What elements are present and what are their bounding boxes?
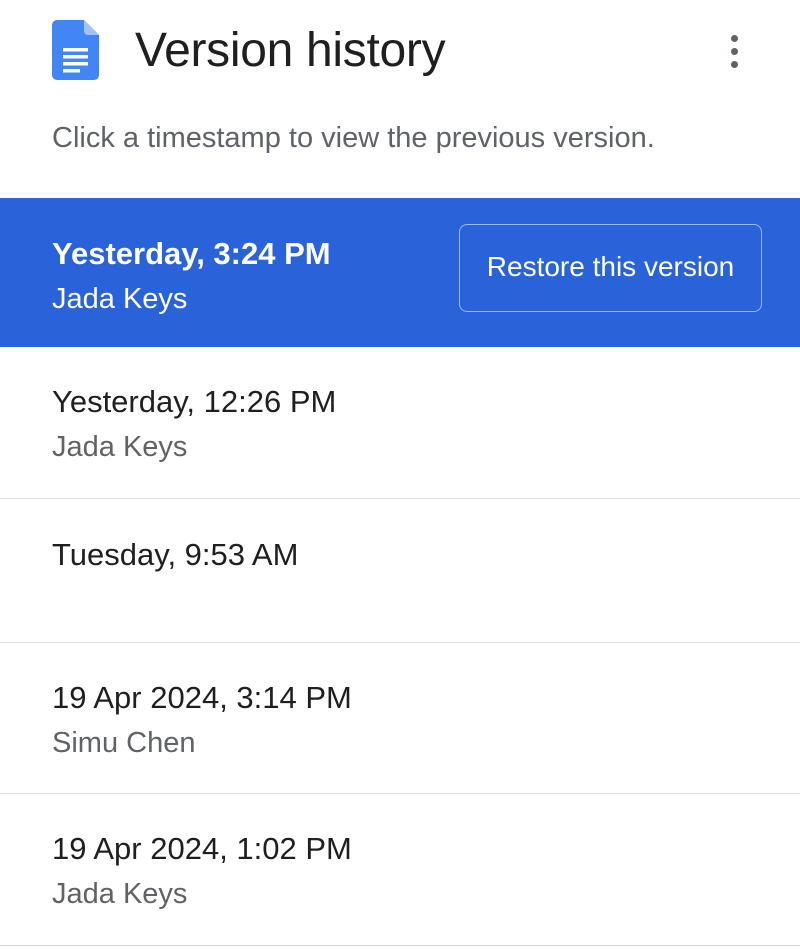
version-row-selected[interactable]: Yesterday, 3:24 PM Jada Keys Restore thi… [0,198,800,347]
more-options-button[interactable] [718,28,752,74]
version-row[interactable]: 19 Apr 2024, 1:02 PM Jada Keys [0,794,800,945]
google-docs-icon [52,20,99,80]
version-timestamp[interactable]: Tuesday, 9:53 AM [52,536,298,574]
version-list: Yesterday, 3:24 PM Jada Keys Restore thi… [0,198,800,945]
more-vert-icon-dot [731,35,738,42]
panel-header: Version history [0,0,800,110]
instructions-text: Click a timestamp to view the previous v… [52,122,655,154]
page-title: Version history [135,24,446,77]
more-vert-icon-dot [731,48,738,55]
version-row[interactable]: 19 Apr 2024, 3:14 PM Simu Chen [0,643,800,794]
version-timestamp[interactable]: Yesterday, 12:26 PM [52,383,336,421]
version-history-panel: Version history Click a timestamp to vie… [0,0,800,946]
version-timestamp[interactable]: 19 Apr 2024, 1:02 PM [52,830,352,868]
version-timestamp[interactable]: 19 Apr 2024, 3:14 PM [52,679,352,717]
version-timestamp[interactable]: Yesterday, 3:24 PM [52,235,331,273]
version-author: Jada Keys [52,431,188,463]
restore-version-button[interactable]: Restore this version [459,224,762,312]
version-row[interactable]: Tuesday, 9:53 AM [0,499,800,643]
version-author: Jada Keys [52,878,188,910]
more-vert-icon-dot [731,61,738,68]
version-author: Simu Chen [52,727,196,759]
version-author: Jada Keys [52,283,188,315]
version-row[interactable]: Yesterday, 12:26 PM Jada Keys [0,347,800,499]
